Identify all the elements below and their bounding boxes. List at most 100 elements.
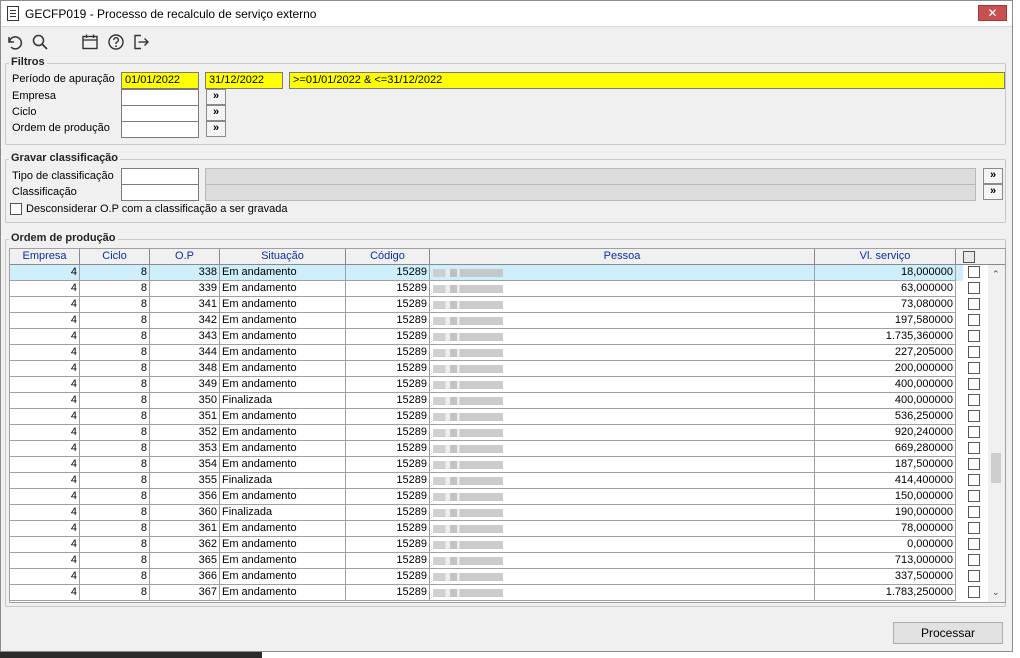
cell-situacao[interactable]: Em andamento xyxy=(220,489,346,505)
cell-op[interactable]: 354 xyxy=(150,457,220,473)
cell-op[interactable]: 353 xyxy=(150,441,220,457)
cell-op[interactable]: 356 xyxy=(150,489,220,505)
cell-codigo[interactable]: 15289 xyxy=(346,425,430,441)
cell-vl-servico[interactable]: 187,500000 xyxy=(815,457,956,473)
cell-situacao[interactable]: Em andamento xyxy=(220,425,346,441)
cell-ciclo[interactable]: 8 xyxy=(80,393,150,409)
cell-op[interactable]: 361 xyxy=(150,521,220,537)
cell-codigo[interactable]: 15289 xyxy=(346,537,430,553)
cell-situacao[interactable]: Finalizada xyxy=(220,473,346,489)
cell-vl-servico[interactable]: 150,000000 xyxy=(815,489,956,505)
cell-op[interactable]: 367 xyxy=(150,585,220,601)
row-select-checkbox[interactable] xyxy=(968,394,980,406)
cell-codigo[interactable]: 15289 xyxy=(346,281,430,297)
cell-situacao[interactable]: Em andamento xyxy=(220,265,346,281)
table-row[interactable]: 4 8 356 Em andamento 15289 150,000000 xyxy=(10,489,980,505)
cell-codigo[interactable]: 15289 xyxy=(346,377,430,393)
col-codigo[interactable]: Código xyxy=(346,249,430,265)
table-row[interactable]: 4 8 365 Em andamento 15289 713,000000 xyxy=(10,553,980,569)
cell-pessoa[interactable] xyxy=(430,345,815,361)
cell-situacao[interactable]: Em andamento xyxy=(220,361,346,377)
cell-codigo[interactable]: 15289 xyxy=(346,393,430,409)
cell-empresa[interactable]: 4 xyxy=(10,281,80,297)
cell-vl-servico[interactable]: 78,000000 xyxy=(815,521,956,537)
row-select-checkbox[interactable] xyxy=(968,378,980,390)
cell-empresa[interactable]: 4 xyxy=(10,297,80,313)
table-row[interactable]: 4 8 339 Em andamento 15289 63,000000 xyxy=(10,281,980,297)
cell-empresa[interactable]: 4 xyxy=(10,553,80,569)
cell-vl-servico[interactable]: 200,000000 xyxy=(815,361,956,377)
cell-empresa[interactable]: 4 xyxy=(10,409,80,425)
tipo-classificacao-input[interactable] xyxy=(121,168,199,185)
cell-vl-servico[interactable]: 73,080000 xyxy=(815,297,956,313)
cell-vl-servico[interactable]: 190,000000 xyxy=(815,505,956,521)
ciclo-input[interactable] xyxy=(121,105,199,122)
cell-codigo[interactable]: 15289 xyxy=(346,553,430,569)
cell-ciclo[interactable]: 8 xyxy=(80,361,150,377)
periodo-inicio-input[interactable]: 01/01/2022 xyxy=(121,72,199,89)
cell-empresa[interactable]: 4 xyxy=(10,537,80,553)
cell-op[interactable]: 350 xyxy=(150,393,220,409)
row-select-checkbox[interactable] xyxy=(968,330,980,342)
cell-pessoa[interactable] xyxy=(430,585,815,601)
cell-codigo[interactable]: 15289 xyxy=(346,441,430,457)
cell-vl-servico[interactable]: 400,000000 xyxy=(815,393,956,409)
row-select-checkbox[interactable] xyxy=(968,298,980,310)
help-icon[interactable] xyxy=(107,33,127,53)
row-select-checkbox[interactable] xyxy=(968,570,980,582)
cell-ciclo[interactable]: 8 xyxy=(80,489,150,505)
cell-pessoa[interactable] xyxy=(430,281,815,297)
scroll-thumb[interactable] xyxy=(991,453,1001,483)
cell-vl-servico[interactable]: 337,500000 xyxy=(815,569,956,585)
cell-ciclo[interactable]: 8 xyxy=(80,297,150,313)
cell-codigo[interactable]: 15289 xyxy=(346,313,430,329)
row-select-checkbox[interactable] xyxy=(968,538,980,550)
exit-icon[interactable] xyxy=(132,33,152,53)
cell-codigo[interactable]: 15289 xyxy=(346,329,430,345)
cell-op[interactable]: 344 xyxy=(150,345,220,361)
cell-op[interactable]: 338 xyxy=(150,265,220,281)
cell-vl-servico[interactable]: 713,000000 xyxy=(815,553,956,569)
cell-empresa[interactable]: 4 xyxy=(10,425,80,441)
search-icon[interactable] xyxy=(31,33,51,53)
cell-situacao[interactable]: Em andamento xyxy=(220,569,346,585)
col-situacao[interactable]: Situação xyxy=(220,249,346,265)
cell-situacao[interactable]: Em andamento xyxy=(220,457,346,473)
cell-situacao[interactable]: Em andamento xyxy=(220,313,346,329)
cell-codigo[interactable]: 15289 xyxy=(346,585,430,601)
cell-op[interactable]: 362 xyxy=(150,537,220,553)
cell-pessoa[interactable] xyxy=(430,265,815,281)
cell-codigo[interactable]: 15289 xyxy=(346,409,430,425)
cell-empresa[interactable]: 4 xyxy=(10,569,80,585)
ordem-input[interactable] xyxy=(121,121,199,138)
cell-empresa[interactable]: 4 xyxy=(10,521,80,537)
cell-ciclo[interactable]: 8 xyxy=(80,425,150,441)
cell-situacao[interactable]: Em andamento xyxy=(220,345,346,361)
classificacao-input[interactable] xyxy=(121,184,199,201)
table-row[interactable]: 4 8 343 Em andamento 15289 1.735,360000 xyxy=(10,329,980,345)
col-empresa[interactable]: Empresa xyxy=(10,249,80,265)
cell-pessoa[interactable] xyxy=(430,569,815,585)
table-row[interactable]: 4 8 351 Em andamento 15289 536,250000 xyxy=(10,409,980,425)
cell-empresa[interactable]: 4 xyxy=(10,345,80,361)
cell-pessoa[interactable] xyxy=(430,329,815,345)
empresa-input[interactable] xyxy=(121,89,199,106)
col-pessoa[interactable]: Pessoa xyxy=(430,249,815,265)
row-select-checkbox[interactable] xyxy=(968,346,980,358)
cell-op[interactable]: 366 xyxy=(150,569,220,585)
cell-vl-servico[interactable]: 0,000000 xyxy=(815,537,956,553)
cell-pessoa[interactable] xyxy=(430,377,815,393)
cell-empresa[interactable]: 4 xyxy=(10,441,80,457)
cell-op[interactable]: 360 xyxy=(150,505,220,521)
cell-ciclo[interactable]: 8 xyxy=(80,569,150,585)
scroll-down-icon[interactable]: ⌄ xyxy=(992,587,1000,598)
cell-ciclo[interactable]: 8 xyxy=(80,313,150,329)
table-row[interactable]: 4 8 344 Em andamento 15289 227,205000 xyxy=(10,345,980,361)
row-select-checkbox[interactable] xyxy=(968,314,980,326)
row-select-checkbox[interactable] xyxy=(968,426,980,438)
cell-codigo[interactable]: 15289 xyxy=(346,345,430,361)
cell-ciclo[interactable]: 8 xyxy=(80,457,150,473)
cell-ciclo[interactable]: 8 xyxy=(80,409,150,425)
cell-ciclo[interactable]: 8 xyxy=(80,537,150,553)
cell-op[interactable]: 339 xyxy=(150,281,220,297)
